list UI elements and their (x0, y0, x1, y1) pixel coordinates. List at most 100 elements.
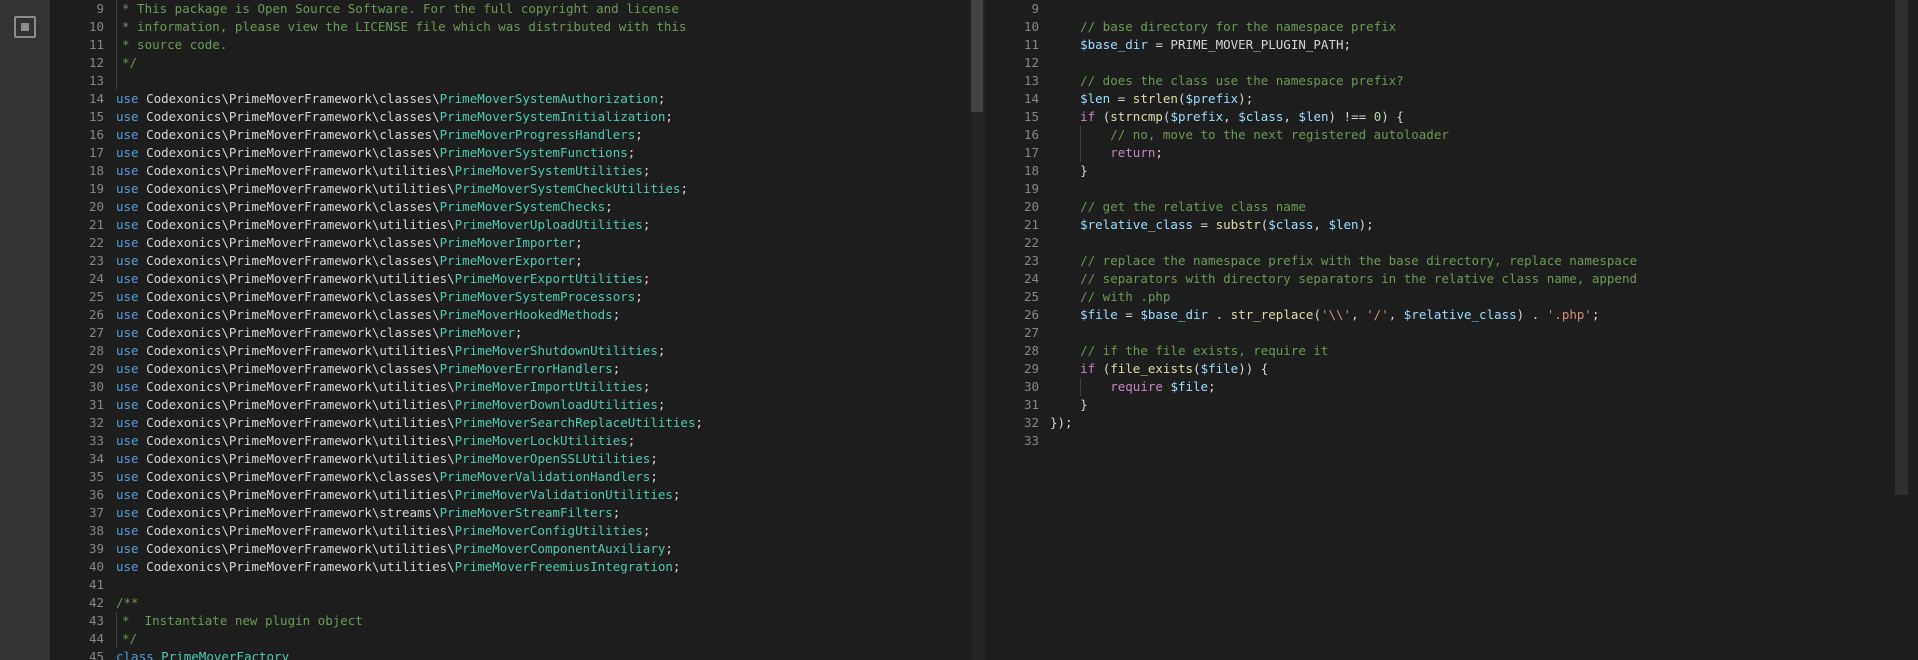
code-line[interactable]: return; (1050, 144, 1637, 162)
scrollbar-thumb-left[interactable] (971, 0, 983, 112)
code-line[interactable]: use Codexonics\PrimeMoverFramework\strea… (116, 504, 703, 522)
code-line[interactable]: $base_dir = PRIME_MOVER_PLUGIN_PATH; (1050, 36, 1637, 54)
editor-pane-left[interactable]: 9 10 11 12 13 14 15 16 17 18 19 20 21 22 23 24 25 26 27 28 2… (50, 0, 971, 660)
split-editor-icon[interactable] (14, 16, 36, 38)
code-line[interactable] (1050, 180, 1637, 198)
code-line[interactable]: // does the class use the namespace pref… (1050, 72, 1637, 90)
code-line[interactable]: // separators with directory separators … (1050, 270, 1637, 288)
code-line[interactable]: } (1050, 396, 1637, 414)
line-number: 34 (88, 451, 104, 466)
code-line[interactable]: // get the relative class name (1050, 198, 1637, 216)
code-line[interactable]: use Codexonics\PrimeMoverFramework\utili… (116, 342, 703, 360)
code-token: }); (1050, 415, 1073, 430)
code-line[interactable]: // no, move to the next registered autol… (1050, 126, 1637, 144)
code-line[interactable] (1050, 54, 1637, 72)
code-line[interactable]: use Codexonics\PrimeMoverFramework\utili… (116, 558, 703, 576)
code-line[interactable]: use Codexonics\PrimeMoverFramework\utili… (116, 414, 703, 432)
code-line[interactable] (1050, 432, 1637, 450)
code-line[interactable]: // base directory for the namespace pref… (1050, 18, 1637, 36)
code-line[interactable]: $file = $base_dir . str_replace('\\', '/… (1050, 306, 1637, 324)
code-line[interactable] (1050, 0, 1637, 18)
scrollbar-thumb-right[interactable] (1895, 0, 1908, 495)
code-line[interactable]: */ (116, 630, 703, 648)
code-line[interactable]: use Codexonics\PrimeMoverFramework\utili… (116, 396, 703, 414)
code-area[interactable]: * This package is Open Source Software. … (116, 0, 703, 660)
line-number: 28 (1023, 343, 1039, 358)
code-area[interactable]: // base directory for the namespace pref… (1050, 0, 1637, 450)
code-line[interactable]: class PrimeMoverFactory (116, 648, 703, 660)
code-line[interactable]: use Codexonics\PrimeMoverFramework\utili… (116, 270, 703, 288)
code-line[interactable]: use Codexonics\PrimeMoverFramework\class… (116, 324, 703, 342)
code-token: ( (1193, 361, 1201, 376)
code-line[interactable] (116, 576, 703, 594)
code-line[interactable]: use Codexonics\PrimeMoverFramework\class… (116, 360, 703, 378)
code-line[interactable]: */ (116, 54, 703, 72)
code-line[interactable]: use Codexonics\PrimeMoverFramework\class… (116, 144, 703, 162)
code-token: $file (1170, 379, 1209, 394)
code-line[interactable]: use Codexonics\PrimeMoverFramework\utili… (116, 450, 703, 468)
line-number: 23 (88, 253, 104, 268)
code-token: Codexonics\PrimeMoverFramework\classes\ (138, 325, 440, 340)
code-token: class (116, 649, 154, 660)
code-token: ; (672, 487, 681, 502)
code-token: , (1388, 307, 1404, 322)
code-line[interactable]: use Codexonics\PrimeMoverFramework\utili… (116, 162, 703, 180)
line-number: 17 (88, 145, 104, 160)
code-line[interactable]: if (file_exists($file)) { (1050, 360, 1637, 378)
code-line[interactable]: if (strncmp($prefix, $class, $len) !== 0… (1050, 108, 1637, 126)
line-number: 15 (88, 109, 104, 124)
code-token: )) { (1238, 361, 1269, 376)
code-line[interactable]: use Codexonics\PrimeMoverFramework\utili… (116, 432, 703, 450)
code-line[interactable]: use Codexonics\PrimeMoverFramework\class… (116, 126, 703, 144)
code-line[interactable]: * information, please view the LICENSE f… (116, 18, 703, 36)
code-line[interactable]: // replace the namespace prefix with the… (1050, 252, 1637, 270)
code-token: ; (612, 505, 621, 520)
code-line[interactable]: $relative_class = substr($class, $len); (1050, 216, 1637, 234)
code-token: PrimeMover (439, 325, 515, 340)
code-token: PrimeMoverSystemFunctions (439, 145, 628, 160)
code-token: , (1313, 217, 1329, 232)
line-number: 31 (1023, 397, 1039, 412)
code-token: $file (1200, 361, 1239, 376)
code-line[interactable]: require $file; (1050, 378, 1637, 396)
code-line[interactable] (1050, 324, 1637, 342)
code-line[interactable]: * This package is Open Source Software. … (116, 0, 703, 18)
code-line[interactable]: use Codexonics\PrimeMoverFramework\class… (116, 234, 703, 252)
code-line[interactable] (116, 72, 703, 90)
code-line[interactable]: use Codexonics\PrimeMoverFramework\class… (116, 198, 703, 216)
line-number: 29 (88, 361, 104, 376)
code-line[interactable]: * Instantiate new plugin object (116, 612, 703, 630)
code-token: PrimeMoverHookedMethods (439, 307, 613, 322)
code-line[interactable]: use Codexonics\PrimeMoverFramework\utili… (116, 180, 703, 198)
code-token: strncmp (1110, 109, 1163, 124)
code-line[interactable]: use Codexonics\PrimeMoverFramework\class… (116, 288, 703, 306)
code-line[interactable]: use Codexonics\PrimeMoverFramework\utili… (116, 378, 703, 396)
code-line[interactable]: use Codexonics\PrimeMoverFramework\class… (116, 108, 703, 126)
code-line[interactable]: * source code. (116, 36, 703, 54)
code-token: $class (1268, 217, 1314, 232)
code-line[interactable]: use Codexonics\PrimeMoverFramework\utili… (116, 216, 703, 234)
code-line[interactable]: // if the file exists, require it (1050, 342, 1637, 360)
code-line[interactable]: // with .php (1050, 288, 1637, 306)
editor-pane-right[interactable]: 9 10 11 12 13 14 15 16 17 18 19 20 21 22 23 24 25 26 27 28 2… (985, 0, 1908, 660)
code-line[interactable] (1050, 234, 1637, 252)
code-line[interactable]: use Codexonics\PrimeMoverFramework\class… (116, 468, 703, 486)
code-line[interactable]: }); (1050, 414, 1637, 432)
code-token: Codexonics\PrimeMoverFramework\utilities… (138, 397, 455, 412)
code-line[interactable]: use Codexonics\PrimeMoverFramework\class… (116, 252, 703, 270)
line-number: 32 (1023, 415, 1039, 430)
code-line[interactable]: use Codexonics\PrimeMoverFramework\utili… (116, 540, 703, 558)
code-token: $prefix (1185, 91, 1239, 106)
line-number: 10 (88, 19, 104, 34)
code-token: PrimeMoverProgressHandlers (439, 127, 636, 142)
code-line[interactable]: $len = strlen($prefix); (1050, 90, 1637, 108)
code-token: ; (695, 415, 704, 430)
code-line[interactable]: use Codexonics\PrimeMoverFramework\utili… (116, 522, 703, 540)
code-line[interactable]: use Codexonics\PrimeMoverFramework\class… (116, 306, 703, 324)
code-line[interactable]: use Codexonics\PrimeMoverFramework\utili… (116, 486, 703, 504)
code-line[interactable]: } (1050, 162, 1637, 180)
code-line[interactable]: /** (116, 594, 703, 612)
code-line[interactable]: use Codexonics\PrimeMoverFramework\class… (116, 90, 703, 108)
